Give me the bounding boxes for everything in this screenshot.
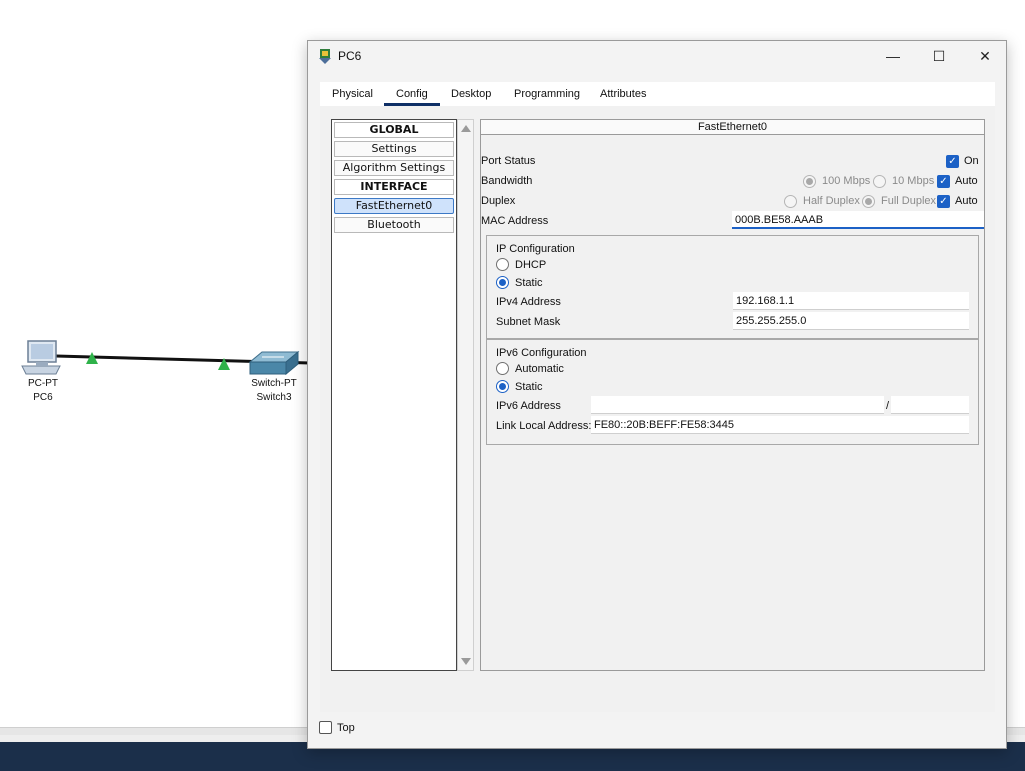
nav-item-fastethernet0[interactable]: FastEthernet0: [334, 198, 454, 214]
duplex-auto-checkbox[interactable]: ✓: [937, 195, 950, 208]
tab-desktop[interactable]: Desktop: [451, 88, 491, 100]
tab-strip: Physical Config Desktop Programming Attr…: [320, 82, 658, 106]
scroll-down-icon[interactable]: [461, 658, 471, 665]
device-config-window: PC6 — ☐ ✕ Physical Config Desktop Progra…: [307, 40, 1007, 749]
switch-name-label: Switch3: [256, 392, 292, 403]
ip-config-title: IP Configuration: [496, 243, 575, 255]
ipv4-address-label: IPv4 Address: [496, 296, 561, 308]
bandwidth-10-radio[interactable]: [873, 175, 886, 188]
close-button[interactable]: ✕: [962, 41, 1008, 71]
packet-tracer-app-icon: [319, 49, 331, 64]
static-ipv4-label: Static: [515, 277, 543, 289]
ipv6-config-group: IPv6 Configuration Automatic Static IPv6…: [486, 339, 979, 445]
interface-panel: FastEthernet0 Port Status ✓ On Bandwidth…: [480, 119, 985, 671]
nav-header-global: GLOBAL: [334, 122, 454, 138]
ipv6-prefix-input[interactable]: [891, 396, 969, 414]
minimize-icon: —: [886, 48, 900, 64]
tab-config[interactable]: Config: [384, 88, 440, 106]
nav-item-algorithm-settings[interactable]: Algorithm Settings: [334, 160, 454, 176]
duplex-label: Duplex: [481, 195, 516, 207]
close-icon: ✕: [979, 47, 991, 64]
half-duplex-label: Half Duplex: [803, 195, 860, 207]
duplex-auto-label: Auto: [955, 195, 978, 207]
bandwidth-label: Bandwidth: [481, 175, 533, 187]
ipv6-static-label: Static: [515, 381, 543, 393]
ipv6-address-input[interactable]: [591, 396, 884, 414]
dhcp-radio[interactable]: [496, 258, 509, 271]
link-local-address-field[interactable]: FE80::20B:BEFF:FE58:3445: [591, 416, 969, 434]
bandwidth-100-radio[interactable]: [803, 175, 816, 188]
maximize-button[interactable]: ☐: [916, 41, 962, 71]
mac-address-input[interactable]: 000B.BE58.AAAB: [732, 211, 984, 229]
tab-programming[interactable]: Programming: [514, 88, 580, 100]
pc-icon: [21, 340, 61, 375]
pc-type-label: PC-PT: [28, 378, 58, 389]
static-ipv4-radio[interactable]: [496, 276, 509, 289]
tab-attributes[interactable]: Attributes: [600, 88, 646, 100]
subnet-mask-input[interactable]: 255.255.255.0: [733, 312, 969, 330]
nav-item-settings[interactable]: Settings: [334, 141, 454, 157]
scroll-up-icon[interactable]: [461, 125, 471, 132]
mac-address-label: MAC Address: [481, 215, 549, 227]
config-nav-list: GLOBAL Settings Algorithm Settings INTER…: [331, 119, 457, 671]
pc-name-label: PC6: [33, 392, 53, 403]
interface-header: FastEthernet0: [481, 120, 984, 135]
top-label: Top: [337, 722, 355, 734]
port-status-checkbox[interactable]: ✓: [946, 155, 959, 168]
bandwidth-auto-label: Auto: [955, 175, 978, 187]
switch-label: Switch-PT Switch3: [244, 377, 304, 405]
title-bar[interactable]: PC6 — ☐ ✕: [308, 41, 1006, 71]
window-title: PC6: [338, 49, 362, 63]
port-status-label: Port Status: [481, 155, 536, 167]
bandwidth-auto-checkbox[interactable]: ✓: [937, 175, 950, 188]
pc-label: PC-PT PC6: [20, 377, 66, 405]
switch-icon: [248, 350, 300, 376]
prefix-separator: /: [886, 400, 890, 412]
maximize-icon: ☐: [932, 47, 946, 64]
topology-canvas: [21, 340, 311, 376]
dhcp-label: DHCP: [515, 259, 547, 271]
bandwidth-100-label: 100 Mbps: [822, 175, 871, 187]
full-duplex-label: Full Duplex: [881, 195, 937, 207]
ipv6-config-title: IPv6 Configuration: [496, 347, 587, 359]
top-checkbox[interactable]: [319, 721, 332, 734]
bandwidth-10-label: 10 Mbps: [892, 175, 935, 187]
link-local-label: Link Local Address:: [496, 420, 592, 432]
ip-config-group: IP Configuration DHCP Static IPv4 Addres…: [486, 235, 979, 339]
ipv4-address-input[interactable]: 192.168.1.1: [733, 292, 969, 310]
ipv6-automatic-label: Automatic: [515, 363, 564, 375]
nav-scrollbar[interactable]: [457, 119, 474, 671]
subnet-mask-label: Subnet Mask: [496, 316, 561, 328]
ipv6-static-radio[interactable]: [496, 380, 509, 393]
tab-physical[interactable]: Physical: [332, 88, 373, 100]
ipv6-address-label: IPv6 Address: [496, 400, 561, 412]
nav-header-interface: INTERFACE: [334, 179, 454, 195]
half-duplex-radio[interactable]: [784, 195, 797, 208]
minimize-button[interactable]: —: [870, 41, 916, 71]
switch-type-label: Switch-PT: [251, 378, 297, 389]
nav-item-bluetooth[interactable]: Bluetooth: [334, 217, 454, 233]
full-duplex-radio[interactable]: [862, 195, 875, 208]
port-status-on-label: On: [964, 155, 979, 167]
ipv6-automatic-radio[interactable]: [496, 362, 509, 375]
